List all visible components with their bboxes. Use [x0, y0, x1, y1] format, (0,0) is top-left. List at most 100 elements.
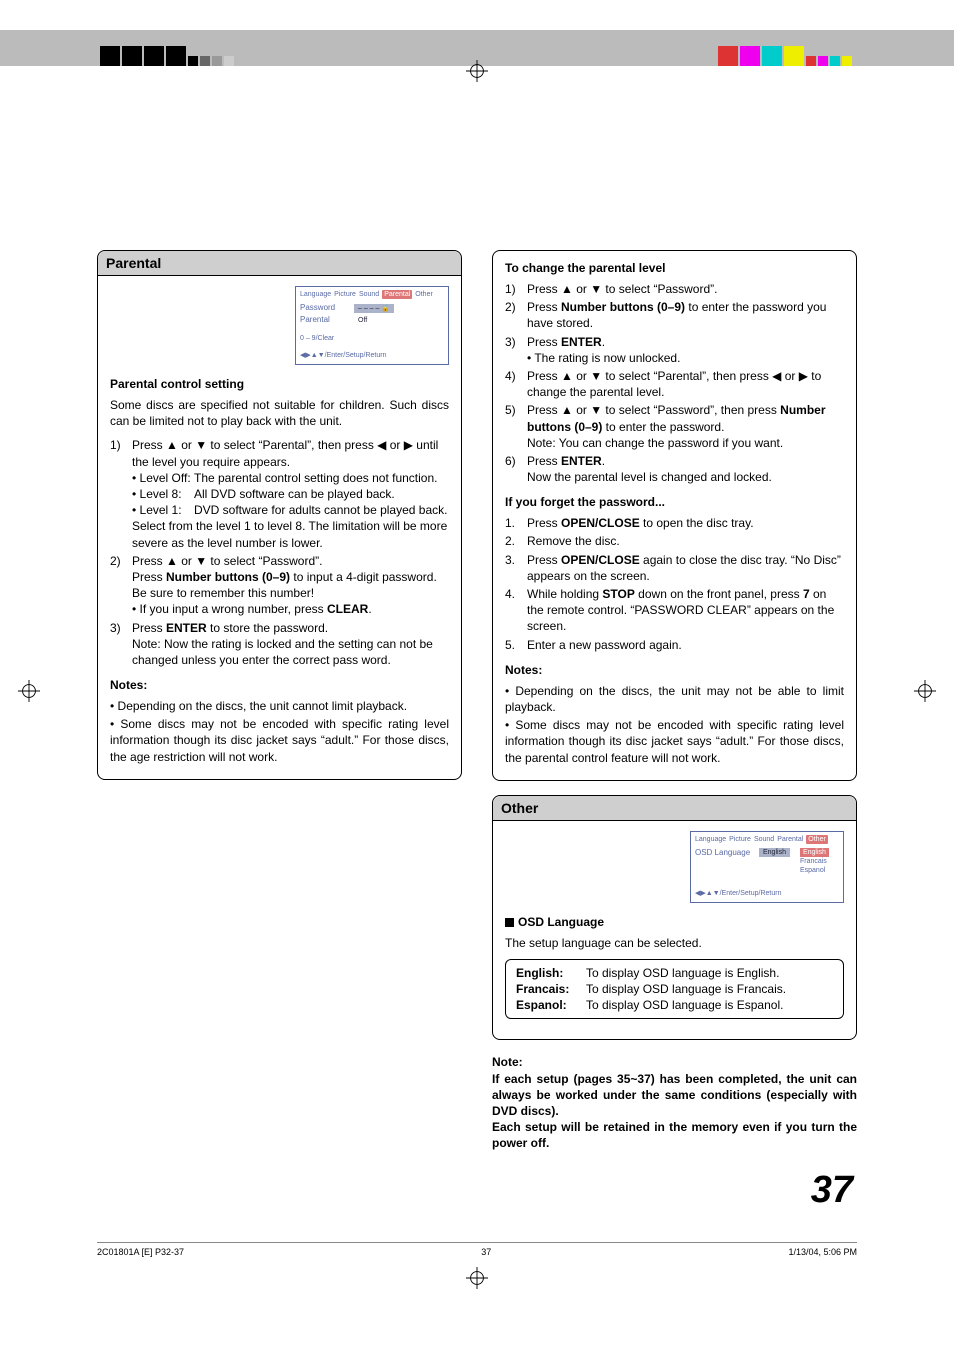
step-text: Press ENTER.Now the parental level is ch… [527, 453, 844, 485]
step-text: Remove the disc. [527, 533, 844, 549]
osd-tab: Picture [334, 290, 356, 299]
parental-panel-title: Parental [98, 251, 461, 276]
change-notes-list: Depending on the discs, the unit may not… [505, 683, 844, 766]
osd-tab: Language [695, 835, 726, 844]
lang-val: To display OSD language is Espanol. [586, 998, 833, 1012]
other-intro-text: The setup language can be selected. [505, 935, 844, 951]
crosshair-left-icon [18, 680, 40, 705]
footer-center: 37 [481, 1247, 491, 1257]
crosshair-icon [466, 60, 488, 88]
step-tail: Select from the level 1 to level 8. The … [132, 519, 447, 549]
note-item: Depending on the discs, the unit may not… [505, 683, 844, 715]
change-steps-list: 1)Press ▲ or ▼ to select “Password”. 2)P… [505, 281, 844, 485]
change-parental-heading: To change the parental level [505, 261, 844, 275]
parental-notes-list: Depending on the discs, the unit cannot … [110, 698, 449, 765]
step-text: Press OPEN/CLOSE to open the disc tray. [527, 515, 844, 531]
parental-osd-screenshot: Language Picture Sound Parental Other Pa… [295, 286, 449, 365]
note-line: Each setup will be retained in the memor… [492, 1119, 857, 1151]
step-number: 2. [505, 533, 527, 549]
osd-row-value: Off [354, 316, 371, 325]
registration-squares-right [718, 30, 854, 66]
level-val: DVD software for adults cannot be played… [194, 502, 447, 518]
step-text: Press ▲ or ▼ to select “Password”, then … [527, 402, 844, 451]
level-val: All DVD software can be played back. [194, 486, 395, 502]
step-text: Press ENTER to store the password.Note: … [132, 620, 449, 669]
step-text: Enter a new password again. [527, 637, 844, 653]
step-number: 1) [505, 281, 527, 297]
square-bullet-icon [505, 918, 514, 927]
note-item: Depending on the discs, the unit cannot … [110, 698, 449, 714]
forget-steps-list: 1.Press OPEN/CLOSE to open the disc tray… [505, 515, 844, 653]
lang-key: Espanol: [516, 998, 586, 1012]
other-panel-title: Other [493, 796, 856, 821]
other-osd-screenshot: Language Picture Sound Parental Other OS… [690, 831, 844, 903]
step-number: 5) [505, 402, 527, 451]
step-number: 3. [505, 552, 527, 584]
lang-key: English: [516, 966, 586, 980]
parental-panel: Parental Language Picture Sound Parental… [97, 250, 462, 780]
step-text: Press Number buttons (0–9) to enter the … [527, 299, 844, 331]
change-parental-panel: To change the parental level 1)Press ▲ o… [492, 250, 857, 781]
language-options-box: English:To display OSD language is Engli… [505, 959, 844, 1019]
osd-language-heading: OSD Language [505, 915, 844, 929]
step-text: Press ▲ or ▼ to select “Password”. [527, 281, 844, 297]
crosshair-right-icon [914, 680, 936, 705]
osd-tab-selected: Other [806, 835, 828, 844]
level-val: The parental control setting does not fu… [194, 470, 438, 486]
osd-hint: 0 – 9/Clear [300, 334, 444, 343]
other-panel: Other Language Picture Sound Parental Ot… [492, 795, 857, 1041]
step-text: Press ENTER.• The rating is now unlocked… [527, 334, 844, 366]
level-key: • Level 1: [132, 502, 194, 518]
osd-hint: ◀▶▲▼/Enter/Setup/Return [300, 351, 444, 360]
step-number: 2) [110, 553, 132, 618]
step-text: Press ▲ or ▼ to select “Parental”, then … [132, 438, 438, 468]
step-text: Press ▲ or ▼ to select “Parental”, then … [527, 368, 844, 400]
osd-tab: Other [415, 290, 433, 299]
notes-heading: Notes: [505, 663, 844, 677]
lang-val: To display OSD language is English. [586, 966, 833, 980]
osd-tab: Picture [729, 835, 751, 844]
osd-tab: Parental [777, 835, 803, 844]
step-text: Press OPEN/CLOSE again to close the disc… [527, 552, 844, 584]
crosshair-bottom-icon [0, 1267, 954, 1292]
step-number: 1. [505, 515, 527, 531]
note-heading: Note: [492, 1054, 857, 1070]
parental-intro-text: Some discs are specified not suitable fo… [110, 397, 449, 429]
page-number: 37 [492, 1169, 853, 1212]
osd-option: English [800, 848, 829, 857]
parental-steps-list: 1) Press ▲ or ▼ to select “Parental”, th… [110, 437, 449, 668]
registration-squares-left [100, 30, 236, 66]
parental-setting-heading: Parental control setting [110, 377, 449, 391]
footer-left: 2C01801A [E] P32-37 [97, 1247, 184, 1257]
level-key: • Level Off: [132, 470, 194, 486]
step-number: 1) [110, 437, 132, 550]
step-number: 4. [505, 586, 527, 635]
osd-row-label: Parental [300, 315, 348, 325]
note-item: Some discs may not be encoded with speci… [505, 717, 844, 766]
printer-marks-top [0, 30, 954, 110]
step-number: 6) [505, 453, 527, 485]
step-number: 3) [110, 620, 132, 669]
step-text: Press ▲ or ▼ to select “Password”.Press … [132, 553, 449, 618]
notes-heading: Notes: [110, 678, 449, 692]
lang-key: Francais: [516, 982, 586, 996]
osd-row-value: – – – – 🔒 [354, 304, 394, 313]
osd-tab: Sound [754, 835, 774, 844]
footer-right: 1/13/04, 5:06 PM [788, 1247, 857, 1257]
lang-val: To display OSD language is Francais. [586, 982, 833, 996]
bottom-note: Note: If each setup (pages 35~37) has be… [492, 1054, 857, 1151]
osd-tab: Sound [359, 290, 379, 299]
osd-row-label: Password [300, 303, 348, 313]
note-item: Some discs may not be encoded with speci… [110, 716, 449, 765]
osd-row-label: OSD Language [695, 848, 753, 858]
osd-hint: ◀▶▲▼/Enter/Setup/Return [695, 889, 839, 898]
level-key: • Level 8: [132, 486, 194, 502]
osd-tab-selected: Parental [382, 290, 412, 299]
footer: 2C01801A [E] P32-37 37 1/13/04, 5:06 PM [97, 1242, 857, 1257]
note-line: If each setup (pages 35~37) has been com… [492, 1071, 857, 1120]
step-number: 5. [505, 637, 527, 653]
step-text: While holding STOP down on the front pan… [527, 586, 844, 635]
step-number: 4) [505, 368, 527, 400]
forget-password-heading: If you forget the password... [505, 495, 844, 509]
osd-option: Francais [800, 857, 829, 866]
